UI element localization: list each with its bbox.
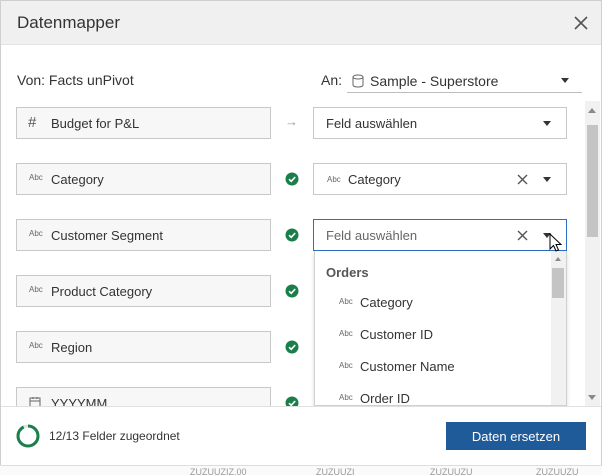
mapping-progress-text: 12/13 Felder zugeordnet [49,429,180,443]
source-field-label: Product Category [51,284,153,299]
string-type-icon: Abc [29,285,43,294]
dropdown-item-label: Category [360,295,413,310]
string-type-icon: Abc [29,341,43,350]
target-field-search-input[interactable]: Feld auswählen [313,219,567,251]
string-type-icon: Abc [327,175,341,184]
scroll-up-icon[interactable] [588,108,596,113]
check-circle-icon [285,228,299,242]
background-cell: ZUZUUZIZ.00 [190,467,247,475]
source-field-category: Abc Category [16,163,271,195]
dropdown-item[interactable]: Abc Customer Name [315,351,551,381]
dialog-titlebar: Datenmapper [1,1,601,45]
source-field-label: Category [51,172,104,187]
scroll-down-icon[interactable] [588,395,596,400]
string-type-icon: Abc [339,297,353,306]
scroll-up-icon[interactable] [555,257,561,261]
number-type-icon: # [28,114,37,131]
replace-data-button[interactable]: Daten ersetzen [446,422,586,450]
chevron-down-icon[interactable] [543,177,551,182]
arrow-right-icon: → [285,114,298,129]
dropdown-group-header: Orders [326,265,369,280]
source-field-label: Customer Segment [51,228,163,243]
string-type-icon: Abc [339,361,353,370]
dropdown-item[interactable]: Abc Order ID [315,383,551,406]
close-icon[interactable] [570,12,592,34]
check-circle-icon [285,340,299,354]
target-field-select[interactable]: Feld auswählen [313,107,567,139]
source-field-label: Budget for P&L [51,116,140,131]
background-cell: ZUZUUZU [430,467,473,475]
calendar-icon [29,397,41,406]
dialog-footer: 12/13 Felder zugeordnet Daten ersetzen [1,406,601,466]
progress-ring [16,424,40,448]
source-label: Von: Facts unPivot [17,72,134,88]
dropdown-item-label: Order ID [360,391,410,406]
data-mapper-dialog: Datenmapper Von: Facts unPivot An: Sampl… [0,0,602,475]
target-datasource-select[interactable]: Sample - Superstore [347,69,582,93]
check-circle-icon [285,396,299,406]
source-field-label: YYYYMM [51,396,108,406]
background-cell: ZUZUUZU [536,467,579,475]
string-type-icon: Abc [29,173,43,182]
chevron-down-icon[interactable] [543,121,551,126]
source-field-budget: # Budget for P&L [16,107,271,139]
check-circle-icon [285,284,299,298]
mapping-list-scrollbar[interactable] [585,101,600,406]
string-type-icon: Abc [29,229,43,238]
source-field-customer-segment: Abc Customer Segment [16,219,271,251]
dialog-title: Datenmapper [17,13,121,32]
target-datasource-label: Sample - Superstore [370,73,499,89]
string-type-icon: Abc [339,329,353,338]
scrollbar-thumb[interactable] [587,125,598,237]
database-icon [352,74,364,88]
clear-icon[interactable] [516,173,529,186]
source-field-label: Region [51,340,93,355]
scrollbar-thumb[interactable] [552,268,564,298]
dropdown-item-label: Customer ID [360,327,433,342]
source-field-yyyymm: YYYYMM [16,387,271,406]
dropdown-scrollbar[interactable] [551,251,566,405]
dropdown-item-label: Customer Name [360,359,455,374]
background-table-strip: ZUZUUZIZ.00 ZUZUUZI ZUZUUZU ZUZUUZU [0,465,602,475]
target-field-select[interactable]: Abc Category [313,163,567,195]
source-field-product-category: Abc Product Category [16,275,271,307]
chevron-down-icon [561,78,569,83]
dropdown-item[interactable]: Abc Customer ID [315,319,551,349]
string-type-icon: Abc [339,393,353,402]
clear-icon[interactable] [516,229,529,242]
target-field-label: Feld auswählen [326,116,418,131]
check-circle-icon [285,172,299,186]
target-field-placeholder: Feld auswählen [326,228,418,243]
background-cell: ZUZUUZI [316,467,355,475]
target-field-dropdown: Orders Abc Category Abc Customer ID Abc … [314,251,567,406]
target-label: An: [321,72,343,88]
mouse-pointer-icon [549,233,563,252]
dropdown-item[interactable]: Abc Category [315,287,551,317]
target-field-label: Category [348,172,401,187]
source-field-region: Abc Region [16,331,271,363]
